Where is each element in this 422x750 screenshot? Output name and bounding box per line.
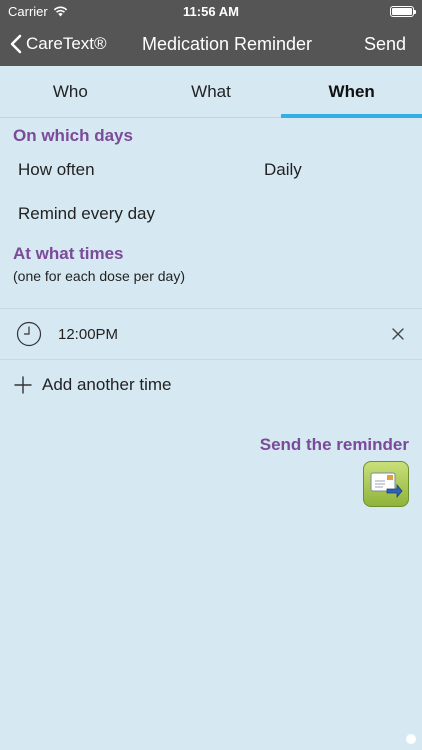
plus-icon	[14, 376, 32, 394]
days-section-title: On which days	[13, 126, 133, 145]
envelope-arrow-icon	[370, 472, 403, 499]
tab-who[interactable]: Who	[0, 66, 141, 117]
how-often-row[interactable]: How often Daily	[0, 148, 422, 192]
tab-when[interactable]: When	[281, 66, 422, 118]
time-entry-row[interactable]: 12:00PM	[0, 309, 422, 359]
send-reminder-label[interactable]: Send the reminder	[0, 435, 422, 455]
remind-every-day-row[interactable]: Remind every day	[0, 192, 422, 236]
times-section-title: At what times	[13, 244, 124, 263]
clock-icon	[16, 321, 42, 347]
tab-what[interactable]: What	[141, 66, 282, 117]
how-often-value: Daily	[264, 160, 302, 179]
send-reminder-icon-wrap	[0, 461, 422, 507]
wifi-icon	[53, 6, 67, 16]
back-button[interactable]: CareText®	[10, 34, 107, 54]
navigation-bar: CareText® Medication Reminder Send	[0, 22, 422, 66]
battery-icon	[390, 5, 416, 17]
time-entry-value: 12:00PM	[58, 325, 119, 343]
add-time-label: Add another time	[42, 375, 172, 394]
tab-bar: Who What When	[0, 66, 422, 118]
send-envelope-icon[interactable]	[363, 461, 409, 507]
close-icon[interactable]	[390, 326, 406, 342]
send-button[interactable]: Send	[364, 34, 412, 55]
corner-dot	[406, 734, 416, 744]
add-time-button[interactable]: Add another time	[0, 360, 422, 410]
carrier-label: Carrier	[8, 3, 48, 19]
status-bar: Carrier 11:56 AM	[0, 0, 422, 22]
status-left: Carrier	[8, 4, 68, 19]
remind-every-day-label: Remind every day	[18, 204, 156, 223]
how-often-label: How often	[18, 160, 95, 179]
back-label: CareText®	[26, 34, 107, 53]
times-note: (one for each dose per day)	[13, 268, 185, 284]
chevron-left-icon	[10, 34, 22, 54]
